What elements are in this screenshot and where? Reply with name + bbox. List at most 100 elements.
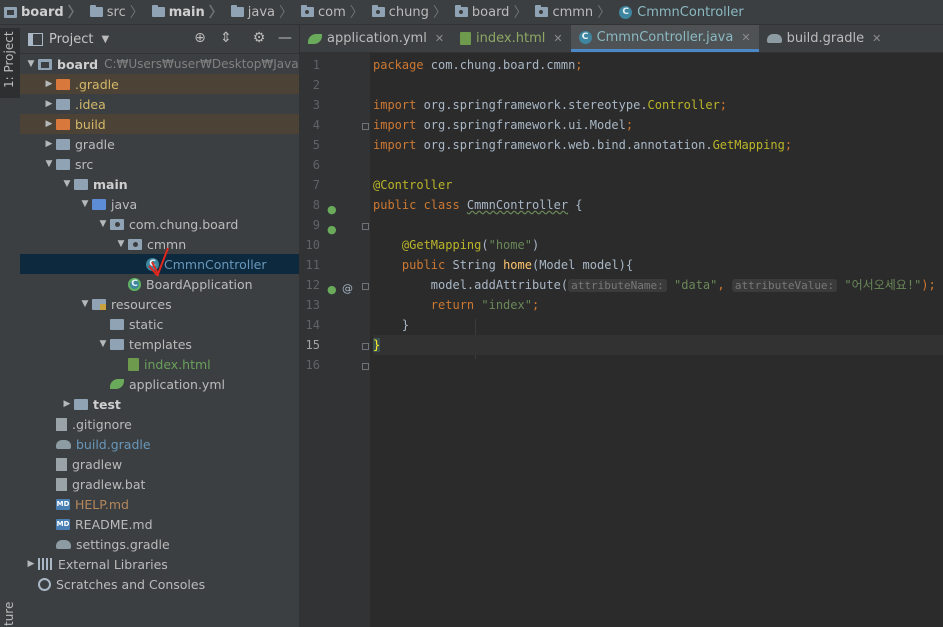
code-line[interactable]: @Controller — [373, 175, 452, 195]
web-endpoint-icon[interactable]: @ — [342, 282, 353, 295]
spring-bean-icon[interactable]: ● — [327, 223, 337, 236]
code-area[interactable]: package com.chung.board.cmmn; import org.… — [373, 53, 943, 627]
folder-icon — [56, 158, 70, 170]
tab-build-gradle[interactable]: build.gradle ✕ — [759, 25, 890, 52]
fold-marker-icon[interactable] — [362, 343, 369, 350]
tree-item-label: build.gradle — [76, 436, 151, 452]
chevron-right-icon: 〉 — [67, 5, 82, 21]
code-line[interactable]: @GetMapping("home") — [373, 235, 539, 255]
code-line[interactable]: } — [373, 315, 409, 335]
red-annotation-mark — [148, 247, 169, 277]
breadcrumb-item-3[interactable]: java 〉 — [227, 2, 297, 22]
tree-item-templates[interactable]: templates — [20, 334, 299, 354]
tree-item-com-chung-board[interactable]: com.chung.board — [20, 214, 299, 234]
fold-marker-icon[interactable] — [362, 283, 369, 290]
html-file-icon — [460, 32, 472, 45]
hide-panel-icon[interactable]: — — [276, 30, 294, 46]
expand-down-icon[interactable] — [42, 159, 56, 169]
project-view-selector[interactable]: Project — [49, 32, 93, 47]
code-line[interactable]: import org.springframework.ui.Model; — [373, 115, 633, 135]
code-line[interactable]: model.addAttribute(attributeName: "data"… — [373, 275, 936, 295]
locate-icon[interactable]: ⊕ — [191, 30, 209, 46]
fold-marker-icon[interactable] — [362, 363, 369, 370]
breadcrumb-item-7[interactable]: cmmn 〉 — [531, 2, 615, 22]
tree-item-board[interactable]: board C:₩Users₩user₩Desktop₩Java₩board — [20, 54, 299, 74]
project-tool-tab-label[interactable]: 1: Project — [2, 31, 16, 88]
line-number: 14 — [305, 318, 320, 332]
tree-item-src[interactable]: src — [20, 154, 299, 174]
tree-item-external-libraries[interactable]: External Libraries — [20, 554, 299, 574]
code-line[interactable]: import org.springframework.web.bind.anno… — [373, 135, 792, 155]
code-token: import — [373, 98, 424, 112]
code-line[interactable]: package com.chung.board.cmmn; — [373, 55, 583, 75]
expand-down-icon[interactable] — [96, 339, 110, 349]
breadcrumb-item-2[interactable]: main 〉 — [148, 2, 227, 22]
expand-right-icon[interactable] — [24, 559, 38, 569]
line-number: 6 — [312, 158, 320, 172]
close-icon[interactable]: ✕ — [741, 31, 750, 44]
tree-item-gitignore[interactable]: .gitignore — [20, 414, 299, 434]
breadcrumb-item-8[interactable]: C CmmnController — [615, 5, 744, 20]
spring-bean-icon[interactable]: ● — [327, 203, 337, 216]
chevron-down-icon[interactable]: ▼ — [101, 34, 109, 45]
tree-item-build-gradle[interactable]: build.gradle — [20, 434, 299, 454]
breadcrumb-item-1[interactable]: src 〉 — [86, 2, 148, 22]
fold-marker-icon[interactable] — [362, 123, 369, 130]
expand-right-icon[interactable] — [60, 399, 74, 409]
breadcrumb-item-5[interactable]: chung 〉 — [368, 2, 451, 22]
folder-icon — [151, 5, 165, 17]
expand-down-icon[interactable] — [96, 219, 110, 229]
code-token: "어서오세요!" — [844, 278, 922, 292]
expand-down-icon[interactable] — [60, 179, 74, 189]
expand-right-icon[interactable] — [42, 139, 56, 149]
tree-item-label: java — [111, 196, 138, 212]
tab-cmmncontroller-java[interactable]: C CmmnController.java ✕ — [570, 25, 759, 52]
expand-down-icon[interactable] — [24, 59, 38, 69]
code-line[interactable]: import org.springframework.stereotype.Co… — [373, 95, 727, 115]
code-line[interactable]: public class CmmnController { — [373, 195, 583, 215]
tree-item-application-yml[interactable]: application.yml — [20, 374, 299, 394]
tree-item-scratches-and-consoles[interactable]: Scratches and Consoles — [20, 574, 299, 594]
expand-down-icon[interactable] — [114, 239, 128, 249]
tree-item-main[interactable]: main — [20, 174, 299, 194]
expand-right-icon[interactable] — [42, 99, 56, 109]
tree-item-gradle[interactable]: .gradle — [20, 74, 299, 94]
project-panel-icon — [28, 32, 43, 46]
close-icon[interactable]: ✕ — [872, 32, 881, 45]
breadcrumb-label: cmmn — [552, 4, 594, 20]
structure-tool-tab-label[interactable]: ture — [2, 602, 16, 626]
expand-down-icon[interactable] — [78, 299, 92, 309]
tree-item-java[interactable]: java — [20, 194, 299, 214]
tree-item-resources[interactable]: resources — [20, 294, 299, 314]
gear-icon[interactable]: ⚙ — [250, 30, 268, 46]
tab-application-yml[interactable]: application.yml ✕ — [300, 25, 452, 52]
close-icon[interactable]: ✕ — [553, 32, 562, 45]
tab-index-html[interactable]: index.html ✕ — [452, 25, 571, 52]
fold-marker-icon[interactable] — [362, 223, 369, 230]
code-line[interactable]: return "index"; — [373, 295, 539, 315]
tree-item-readme-md[interactable]: MD README.md — [20, 514, 299, 534]
expand-right-icon[interactable] — [42, 79, 56, 89]
tree-item-gradlew-bat[interactable]: gradlew.bat — [20, 474, 299, 494]
tree-item-idea[interactable]: .idea — [20, 94, 299, 114]
gradle-icon — [56, 439, 71, 449]
expand-down-icon[interactable] — [78, 199, 92, 209]
tree-item-build[interactable]: build — [20, 114, 299, 134]
tree-item-settings-gradle[interactable]: settings.gradle — [20, 534, 299, 554]
tree-item-test[interactable]: test — [20, 394, 299, 414]
tree-item-help-md[interactable]: MD HELP.md — [20, 494, 299, 514]
code-line[interactable]: } — [373, 335, 943, 355]
collapse-all-icon[interactable]: ⇕ — [217, 30, 235, 46]
tree-item-gradlew[interactable]: gradlew — [20, 454, 299, 474]
tree-item-gradle[interactable]: gradle — [20, 134, 299, 154]
breadcrumb-item-4[interactable]: com 〉 — [297, 2, 368, 22]
spring-mapping-icon[interactable]: ● — [327, 283, 337, 296]
breadcrumb-item-6[interactable]: board 〉 — [451, 2, 532, 22]
tree-item-static[interactable]: static — [20, 314, 299, 334]
code-token: { — [568, 198, 583, 212]
close-icon[interactable]: ✕ — [435, 32, 444, 45]
code-line[interactable]: public String home(Model model){ — [373, 255, 633, 275]
tree-item-index-html[interactable]: index.html — [20, 354, 299, 374]
breadcrumb-item-0[interactable]: board 〉 — [0, 2, 86, 22]
expand-right-icon[interactable] — [42, 119, 56, 129]
